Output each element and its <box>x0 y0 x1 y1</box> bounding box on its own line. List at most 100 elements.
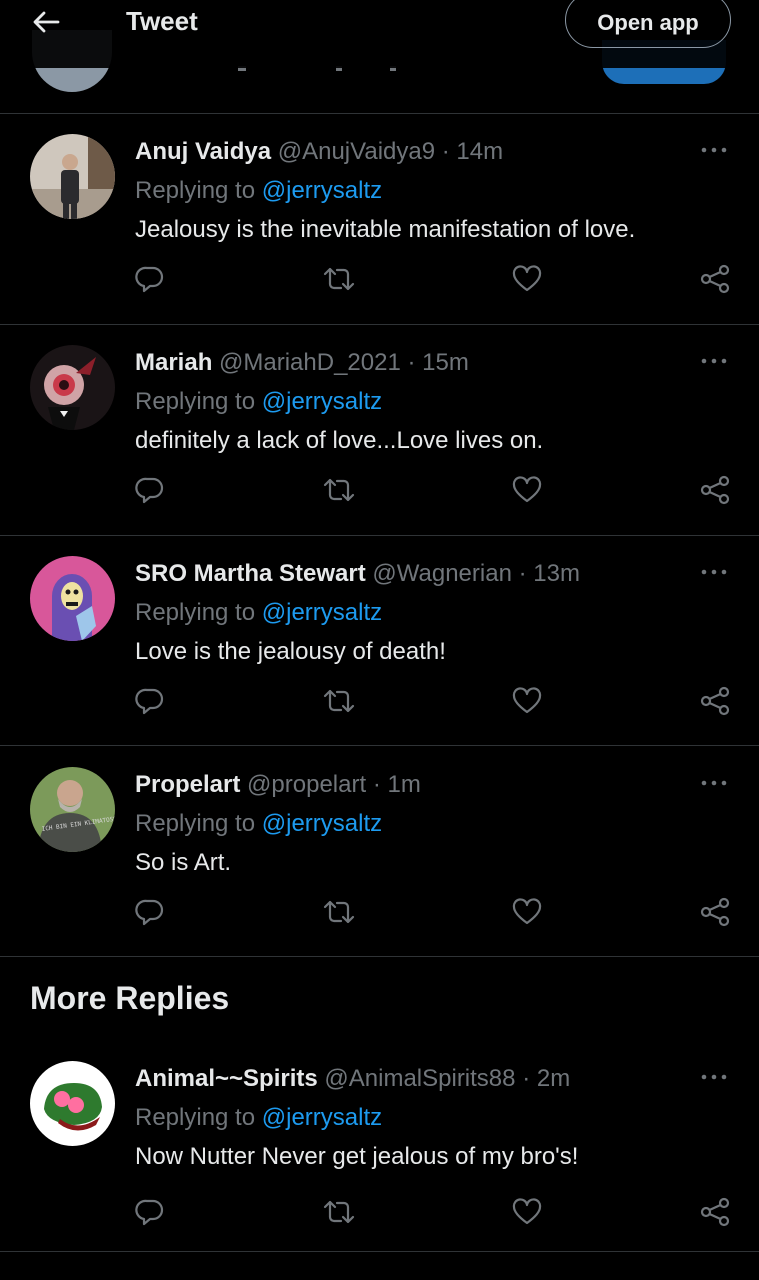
separator-dot: · <box>522 1065 531 1092</box>
separator-dot: · <box>372 771 381 798</box>
display-name[interactable]: Propelart <box>135 771 240 798</box>
reply-button[interactable] <box>133 684 167 718</box>
replying-to: Replying to @jerrysaltz <box>135 597 382 629</box>
more-button[interactable] <box>698 351 730 371</box>
avatar[interactable] <box>30 1061 115 1146</box>
separator-dot: · <box>518 560 527 587</box>
tweet-text: Jealousy is the inevitable manifestation… <box>135 216 636 243</box>
user-handle[interactable]: @Wagnerian <box>372 560 512 587</box>
reply-tweet[interactable]: Animal~~Spirits @AnimalSpirits88 · 2m Re… <box>0 1041 759 1251</box>
retweet-button[interactable] <box>322 1195 356 1229</box>
timestamp[interactable]: 1m <box>387 771 420 798</box>
open-app-button[interactable]: Open app <box>565 0 731 48</box>
share-icon <box>700 475 730 505</box>
user-handle[interactable]: @MariahD_2021 <box>219 349 401 376</box>
replying-handle-link[interactable]: @jerrysaltz <box>262 388 382 415</box>
share-button[interactable] <box>698 895 732 929</box>
display-name[interactable]: Mariah <box>135 349 212 376</box>
timestamp[interactable]: 2m <box>537 1065 570 1092</box>
replying-prefix: Replying to <box>135 810 256 837</box>
back-arrow-icon <box>33 11 60 33</box>
avatar[interactable] <box>30 556 115 641</box>
replying-handle-link[interactable]: @jerrysaltz <box>262 599 382 626</box>
like-button[interactable] <box>510 262 544 296</box>
reply-button[interactable] <box>133 895 167 929</box>
tweet-header: Mariah @MariahD_2021 · 15m <box>135 347 469 379</box>
replying-to: Replying to @jerrysaltz <box>135 808 382 840</box>
timestamp[interactable]: 15m <box>422 349 469 376</box>
top-bar: Tweet Open app <box>0 0 759 68</box>
more-icon <box>701 1074 727 1080</box>
reply-icon <box>135 477 164 504</box>
replying-prefix: Replying to <box>135 388 256 415</box>
more-icon <box>701 569 727 575</box>
share-button[interactable] <box>698 684 732 718</box>
replying-to: Replying to @jerrysaltz <box>135 1102 382 1134</box>
reply-tweet[interactable]: ICH BIN EIN KLIMATOSSER Propelart @prope… <box>0 747 759 957</box>
replying-to: Replying to @jerrysaltz <box>135 175 382 207</box>
page-title: Tweet <box>126 6 198 36</box>
like-button[interactable] <box>510 473 544 507</box>
more-button[interactable] <box>698 773 730 793</box>
reply-button[interactable] <box>133 473 167 507</box>
separator-dot: · <box>407 349 416 376</box>
retweet-button[interactable] <box>322 262 356 296</box>
replying-handle-link[interactable]: @jerrysaltz <box>262 810 382 837</box>
user-handle[interactable]: @AnujVaidya9 <box>278 138 435 165</box>
retweet-icon <box>323 1200 355 1224</box>
like-icon <box>512 687 542 714</box>
retweet-icon <box>323 267 355 291</box>
like-icon <box>512 898 542 925</box>
separator-dot: · <box>441 138 450 165</box>
avatar[interactable] <box>30 134 115 219</box>
retweet-button[interactable] <box>322 473 356 507</box>
tweet-header: SRO Martha Stewart @Wagnerian · 13m <box>135 558 580 590</box>
tweet-text: So is Art. <box>135 849 232 876</box>
share-button[interactable] <box>698 262 732 296</box>
display-name[interactable]: SRO Martha Stewart <box>135 560 366 587</box>
tweet-text: Love is the jealousy of death! <box>135 638 446 665</box>
user-handle[interactable]: @AnimalSpirits88 <box>324 1065 515 1092</box>
replying-prefix: Replying to <box>135 1104 256 1131</box>
replying-prefix: Replying to <box>135 599 256 626</box>
retweet-button[interactable] <box>322 684 356 718</box>
more-button[interactable] <box>698 140 730 160</box>
tweet-header: Anuj Vaidya @AnujVaidya9 · 14m <box>135 136 503 168</box>
back-button[interactable] <box>28 6 64 38</box>
user-handle[interactable]: @propelart <box>247 771 366 798</box>
like-icon <box>512 265 542 292</box>
more-button[interactable] <box>698 562 730 582</box>
timestamp[interactable]: 14m <box>456 138 503 165</box>
timestamp[interactable]: 13m <box>533 560 580 587</box>
replying-prefix: Replying to <box>135 177 256 204</box>
reply-icon <box>135 899 164 926</box>
reply-tweet[interactable]: SRO Martha Stewart @Wagnerian · 13m Repl… <box>0 536 759 746</box>
share-icon <box>700 686 730 716</box>
display-name[interactable]: Anuj Vaidya <box>135 138 271 165</box>
like-button[interactable] <box>510 684 544 718</box>
retweet-button[interactable] <box>322 895 356 929</box>
like-button[interactable] <box>510 1195 544 1229</box>
reply-button[interactable] <box>133 262 167 296</box>
more-icon <box>701 358 727 364</box>
like-icon <box>512 1198 542 1225</box>
replying-handle-link[interactable]: @jerrysaltz <box>262 1104 382 1131</box>
tweet-header: Animal~~Spirits @AnimalSpirits88 · 2m <box>135 1063 570 1095</box>
like-button[interactable] <box>510 895 544 929</box>
avatar[interactable] <box>30 345 115 430</box>
retweet-icon <box>323 900 355 924</box>
tweet-header: Propelart @propelart · 1m <box>135 769 421 801</box>
divider <box>0 1251 759 1252</box>
more-button[interactable] <box>698 1067 730 1087</box>
reply-tweet[interactable]: Mariah @MariahD_2021 · 15m Replying to @… <box>0 325 759 535</box>
replying-handle-link[interactable]: @jerrysaltz <box>262 177 382 204</box>
share-button[interactable] <box>698 473 732 507</box>
reply-icon <box>135 266 164 293</box>
reply-button[interactable] <box>133 1195 167 1229</box>
reply-tweet[interactable]: Anuj Vaidya @AnujVaidya9 · 14m Replying … <box>0 114 759 324</box>
retweet-icon <box>323 689 355 713</box>
display-name[interactable]: Animal~~Spirits <box>135 1065 318 1092</box>
avatar[interactable]: ICH BIN EIN KLIMATOSSER <box>30 767 115 852</box>
divider <box>0 745 759 746</box>
share-button[interactable] <box>698 1195 732 1229</box>
